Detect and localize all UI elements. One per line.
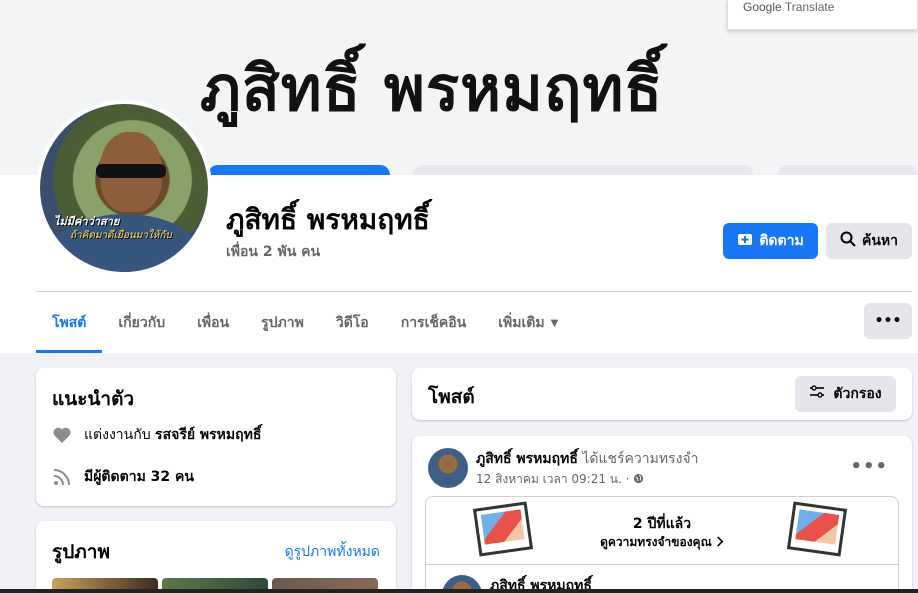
cover-name-text: ภูสิทธิ์ พรหมฤทธิ์ — [200, 52, 664, 125]
memory-photo-icon — [786, 501, 848, 557]
search-label: ค้นหา — [861, 233, 899, 249]
spouse-link[interactable]: รสจรีย์ พรหมฤทธิ์ — [155, 427, 261, 443]
post-timestamp[interactable]: 12 สิงหาคม เวลา 09:21 น. · — [476, 470, 644, 489]
intro-card: แนะนำตัว แต่งงานกับ รสจรีย์ พรหมฤทธิ์ มี… — [36, 368, 396, 506]
tab-about[interactable]: เกี่ยวกับ — [102, 293, 181, 353]
globe-icon — [633, 472, 644, 486]
see-all-photos-link[interactable]: ดูรูปภาพทั้งหมด — [285, 541, 380, 563]
tab-videos[interactable]: วิดีโอ — [320, 293, 385, 353]
avatar-caption: ถ้าคิดมาดีเยือนมาให้กับ — [70, 230, 172, 241]
header-divider — [36, 291, 912, 292]
tab-more[interactable]: เพิ่มเติม ▼ — [482, 293, 574, 353]
search-button[interactable]: ค้นหา — [826, 223, 912, 259]
photos-title: รูปภาพ — [52, 541, 110, 563]
tab-photos[interactable]: รูปภาพ — [245, 293, 320, 353]
posts-title: โพสต์ — [428, 386, 475, 408]
post-menu-button[interactable]: ••• — [850, 456, 888, 477]
translate-label: Translate — [784, 0, 835, 14]
avatar: ไม่มีค่าว่าสาย ถ้าคิดมาดีเยือนมาให้กับ — [40, 104, 208, 272]
posts-header-card: โพสต์ ตัวกรอง — [412, 368, 912, 420]
post-action: ได้แชร์ความทรงจำ — [582, 451, 699, 467]
google-translate-popup[interactable]: Google Translate — [727, 0, 918, 30]
search-icon — [840, 231, 856, 251]
profile-name: ภูสิทธิ์ พรหมฤทธิ์ — [226, 203, 430, 236]
post-author-avatar[interactable] — [428, 448, 468, 488]
intro-title: แนะนำตัว — [52, 388, 135, 410]
caret-down-icon: ▼ — [550, 317, 559, 329]
post-author-name[interactable]: ภูสิทธิ์ พรหมฤทธิ์ — [476, 451, 578, 467]
post-header-line: ภูสิทธิ์ พรหมฤทธิ์ ได้แชร์ความทรงจำ — [476, 448, 699, 470]
friends-count[interactable]: เพื่อน 2 พัน คน — [226, 241, 320, 263]
heart-icon — [52, 425, 72, 445]
cover-decor-blue — [208, 165, 390, 175]
filter-button[interactable]: ตัวกรอง — [795, 376, 896, 412]
profile-picture[interactable]: ไม่มีค่าว่าสาย ถ้าคิดมาดีเยือนมาให้กับ — [36, 100, 212, 276]
rss-icon — [52, 467, 72, 487]
tab-posts[interactable]: โพสต์ — [36, 293, 103, 353]
filter-icon — [809, 385, 825, 403]
followers-count[interactable]: มีผู้ติดตาม 32 คน — [84, 466, 194, 488]
memory-banner[interactable]: 2 ปีที่แล้ว ดูความทรงจำของคุณ — [425, 496, 899, 564]
tab-checkins[interactable]: การเช็คอิน — [385, 293, 483, 353]
photos-card: รูปภาพ ดูรูปภาพทั้งหมด — [36, 521, 396, 593]
more-options-button[interactable]: ••• — [864, 303, 912, 339]
cover-decor-gray — [413, 165, 753, 175]
post-card: ภูสิทธิ์ พรหมฤทธิ์ ได้แชร์ความทรงจำ 12 ส… — [412, 436, 912, 593]
intro-followers: มีผู้ติดตาม 32 คน — [52, 466, 194, 488]
google-brand: Google — [743, 0, 782, 14]
tab-more-label: เพิ่มเติม — [498, 315, 545, 331]
tab-friends[interactable]: เพื่อน — [181, 293, 245, 353]
follow-label: ติดตาม — [759, 233, 804, 249]
relationship-prefix: แต่งงานกับ — [84, 427, 151, 443]
intro-relationship: แต่งงานกับ รสจรีย์ พรหมฤทธิ์ — [52, 424, 261, 446]
memory-link-text: ดูความทรงจำของคุณ — [600, 535, 712, 549]
follow-icon — [737, 231, 753, 251]
filter-label: ตัวกรอง — [833, 386, 882, 402]
follow-button[interactable]: ติดตาม — [723, 223, 818, 259]
window-bottom-edge — [0, 589, 918, 593]
post-time-text: 12 สิงหาคม เวลา 09:21 น. · — [476, 472, 630, 486]
cover-decor-gray — [778, 165, 918, 175]
chevron-right-icon — [716, 535, 724, 549]
profile-tabs: โพสต์ เกี่ยวกับ เพื่อน รูปภาพ วิดีโอ การ… — [36, 293, 574, 353]
